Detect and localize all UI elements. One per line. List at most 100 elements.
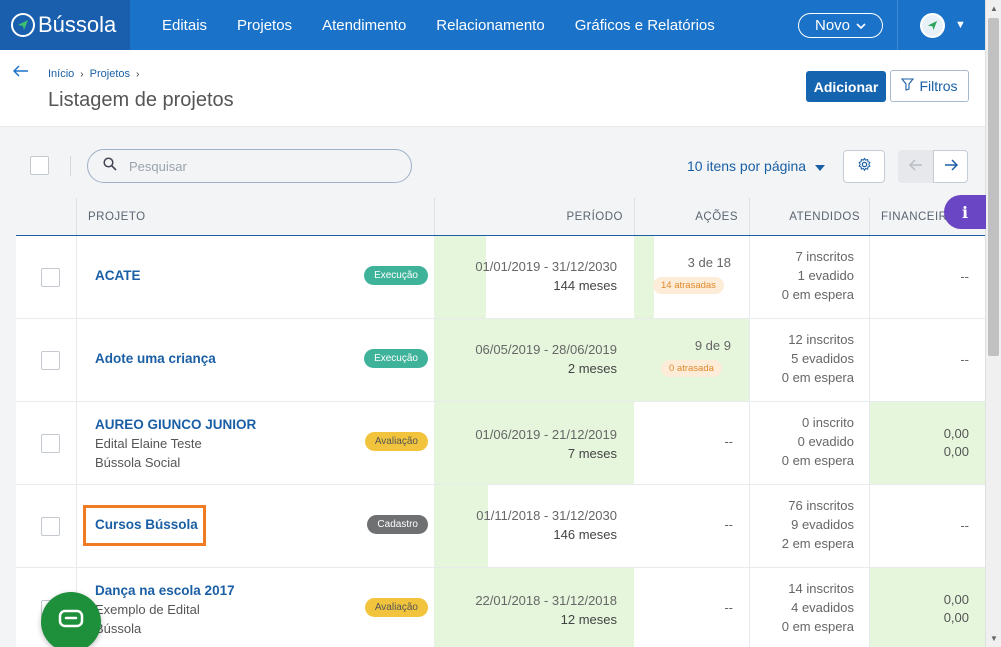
dropped-count: 5 evadidos	[791, 351, 854, 366]
novo-dropdown-button[interactable]: Novo	[798, 13, 883, 38]
attended-cell: 0 inscrito 0 evadido 0 em espera	[749, 402, 869, 484]
breadcrumb: Início › Projetos ›	[48, 68, 139, 80]
user-avatar-icon[interactable]	[920, 13, 945, 38]
period-text: 06/05/2019 - 28/06/2019 2 meses	[475, 340, 617, 378]
financial-cell: --	[869, 319, 985, 401]
arrow-right-icon	[944, 158, 958, 176]
filter-icon	[901, 78, 915, 94]
financial-cell: 0,00 0,00	[869, 402, 985, 484]
period-text: 01/06/2019 - 21/12/2019 7 meses	[475, 425, 617, 463]
search-box[interactable]	[87, 149, 412, 183]
row-checkbox[interactable]	[40, 267, 60, 287]
period-months: 2 meses	[567, 361, 617, 376]
enrolled-count: 7 inscritos	[795, 249, 854, 264]
waiting-count: 0 em espera	[781, 287, 854, 302]
info-button[interactable]: i	[944, 195, 986, 229]
attended-cell: 76 inscritos 9 evadidos 2 em espera	[749, 485, 869, 567]
actions-cell: --	[634, 568, 749, 647]
toolbar-divider	[70, 156, 71, 176]
highlight-box	[83, 505, 206, 546]
add-button[interactable]: Adicionar	[806, 71, 886, 102]
nav-item-graficos-relatorios[interactable]: Gráficos e Relatórios	[575, 17, 715, 34]
financial-value: --	[960, 518, 969, 533]
project-cell: Adote uma criança Execução	[76, 319, 434, 401]
status-badge: Cadastro	[367, 515, 428, 534]
search-icon	[103, 156, 117, 176]
row-checkbox[interactable]	[40, 433, 60, 453]
waiting-count: 0 em espera	[781, 453, 854, 468]
actions-count: 9 de 9	[694, 338, 731, 353]
breadcrumb-separator-icon: ›	[136, 68, 140, 80]
waiting-count: 0 em espera	[781, 370, 854, 385]
actions-cell: 9 de 9 0 atrasada	[634, 319, 749, 401]
table-row[interactable]: Adote uma criança Execução 06/05/2019 - …	[16, 319, 985, 402]
period-months: 7 meses	[567, 446, 617, 461]
project-cell: Dança na escola 2017 Exemplo de Edital B…	[76, 568, 434, 647]
breadcrumb-separator-icon: ›	[80, 68, 84, 80]
col-header-acoes[interactable]: AÇÕES	[634, 198, 749, 235]
scroll-down-arrow-icon[interactable]: ▼	[990, 634, 998, 643]
actions-count: --	[724, 600, 733, 615]
financial-value: --	[960, 269, 969, 284]
table-header: PROJETO PERÍODO AÇÕES ATENDIDOS FINANCEI…	[16, 198, 985, 236]
search-input[interactable]	[129, 158, 389, 174]
attended-cell: 7 inscritos 1 evadido 0 em espera	[749, 236, 869, 318]
project-name-link[interactable]: ACATE	[95, 268, 141, 283]
project-name-link[interactable]: Dança na escola 2017	[95, 583, 235, 598]
attended-text: 0 inscrito 0 evadido 0 em espera	[782, 413, 854, 470]
user-menu-caret-icon[interactable]: ▼	[955, 19, 966, 31]
actions-count: --	[724, 434, 733, 449]
table-row[interactable]: ACATE Execução 01/01/2019 - 31/12/2030 1…	[16, 236, 985, 319]
project-organization: Bússola Social	[95, 455, 181, 470]
status-badge: Avaliação	[364, 432, 428, 451]
nav-item-atendimento[interactable]: Atendimento	[322, 17, 406, 34]
table-row[interactable]: Dança na escola 2017 Exemplo de Edital B…	[16, 568, 985, 647]
chat-icon	[58, 609, 84, 636]
table-row[interactable]: AUREO GIUNCO JUNIOR Edital Elaine Teste …	[16, 402, 985, 485]
filter-button[interactable]: Filtros	[890, 70, 969, 102]
scroll-up-arrow-icon[interactable]: ▲	[990, 4, 998, 13]
period-dates: 06/05/2019 - 28/06/2019	[475, 342, 617, 357]
info-icon: i	[961, 202, 969, 222]
brand-name: Bússola	[38, 12, 117, 37]
project-name-link[interactable]: AUREO GIUNCO JUNIOR	[95, 417, 256, 432]
project-name-link[interactable]: Adote uma criança	[95, 351, 216, 366]
items-per-page-select[interactable]: 10 itens por página	[687, 158, 826, 174]
gear-icon	[857, 156, 872, 177]
scroll-thumb[interactable]	[988, 18, 999, 356]
chevron-down-icon	[856, 17, 866, 34]
row-checkbox-cell	[16, 485, 76, 567]
enrolled-count: 12 inscritos	[788, 332, 854, 347]
period-cell: 22/01/2018 - 31/12/2018 12 meses	[434, 568, 634, 647]
col-header-periodo[interactable]: PERÍODO	[434, 198, 634, 235]
settings-button[interactable]	[843, 150, 885, 183]
breadcrumb-inicio[interactable]: Início	[48, 68, 74, 80]
top-navbar: Bússola Editais Projetos Atendimento Rel…	[0, 0, 985, 50]
nav-item-projetos[interactable]: Projetos	[237, 17, 292, 34]
financial-value: 0,00	[943, 610, 969, 625]
page-title: Listagem de projetos	[48, 89, 234, 111]
nav-item-relacionamento[interactable]: Relacionamento	[436, 17, 544, 34]
row-checkbox[interactable]	[40, 350, 60, 370]
row-checkbox[interactable]	[40, 516, 60, 536]
status-badge: Execução	[364, 266, 428, 285]
back-arrow-icon[interactable]	[12, 62, 29, 82]
row-checkbox-cell	[16, 236, 76, 318]
financial-cell: --	[869, 485, 985, 567]
arrow-left-icon	[908, 158, 923, 176]
select-all-checkbox[interactable]	[30, 156, 49, 175]
page-scrollbar[interactable]: ▲ ▼	[985, 0, 1001, 647]
breadcrumb-projetos[interactable]: Projetos	[90, 68, 130, 80]
col-header-projeto[interactable]: PROJETO	[76, 198, 434, 235]
late-actions-badge: 14 atrasadas	[653, 277, 724, 294]
project-cell: AUREO GIUNCO JUNIOR Edital Elaine Teste …	[76, 402, 434, 484]
brand-logo[interactable]: Bússola	[0, 0, 130, 50]
col-header-atendidos[interactable]: ATENDIDOS	[749, 198, 869, 235]
chat-button[interactable]	[41, 592, 101, 647]
filter-label: Filtros	[919, 78, 958, 94]
nav-item-editais[interactable]: Editais	[162, 17, 207, 34]
period-text: 01/11/2018 - 31/12/2030 146 meses	[476, 506, 617, 544]
previous-page-button[interactable]	[898, 150, 933, 183]
next-page-button[interactable]	[933, 150, 968, 183]
dropped-count: 9 evadidos	[791, 517, 854, 532]
